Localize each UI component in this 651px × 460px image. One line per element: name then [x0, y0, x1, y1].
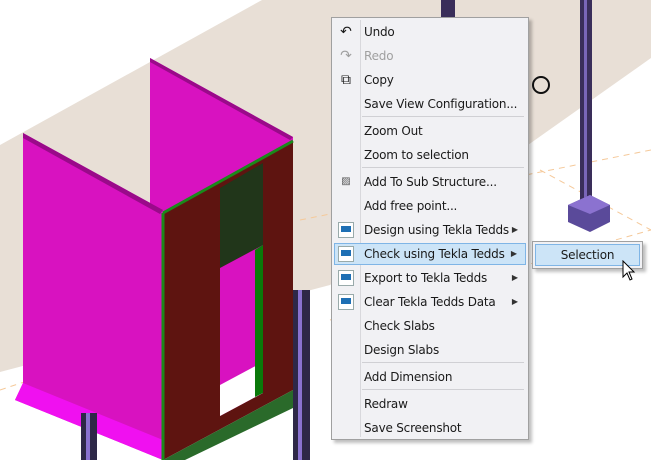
menu-item-add-to-sub-structure[interactable]: ▨ Add To Sub Structure...	[334, 171, 526, 193]
menu-separator	[362, 116, 524, 117]
menu-separator	[362, 362, 524, 363]
tekla-tedds-icon	[338, 222, 354, 238]
context-menu: ↶ Undo ↷ Redo ⧉ Copy Save View Configuratio…	[331, 17, 529, 440]
undo-icon: ↶	[340, 24, 352, 40]
menu-item-check-tekla-tedds[interactable]: Check using Tekla Tedds ▶	[334, 243, 526, 265]
menu-item-add-free-point[interactable]: Add free point...	[334, 195, 526, 217]
submenu-arrow-icon: ▶	[510, 249, 517, 258]
menu-item-design-slabs[interactable]: Design Slabs	[334, 339, 526, 361]
copy-icon: ⧉	[341, 72, 351, 88]
tekla-tedds-icon	[338, 270, 354, 286]
sub-structure-icon: ▨	[341, 176, 351, 187]
menu-separator	[362, 167, 524, 168]
menu-item-design-tekla-tedds[interactable]: Design using Tekla Tedds ▶	[334, 219, 526, 241]
menu-item-check-slabs[interactable]: Check Slabs	[334, 315, 526, 337]
menu-item-undo[interactable]: ↶ Undo	[334, 21, 526, 43]
menu-item-redraw[interactable]: Redraw	[334, 393, 526, 415]
menu-item-copy[interactable]: ⧉ Copy	[334, 69, 526, 91]
tekla-tedds-icon	[338, 246, 354, 262]
submenu-arrow-icon: ▶	[511, 225, 518, 234]
submenu-arrow-icon: ▶	[511, 297, 518, 306]
menu-item-zoom-to-selection[interactable]: Zoom to selection	[334, 144, 526, 166]
menu-item-save-screenshot[interactable]: Save Screenshot	[334, 417, 526, 439]
mouse-cursor-icon	[622, 260, 636, 281]
submenu-arrow-icon: ▶	[511, 273, 518, 282]
menu-item-add-dimension[interactable]: Add Dimension	[334, 366, 526, 388]
redo-icon: ↷	[340, 48, 352, 64]
menu-separator	[362, 389, 524, 390]
menu-item-redo: ↷ Redo	[334, 45, 526, 67]
menu-item-export-tekla-tedds[interactable]: Export to Tekla Tedds ▶	[334, 267, 526, 289]
menu-item-save-view-configuration[interactable]: Save View Configuration...	[334, 93, 526, 115]
menu-item-zoom-out[interactable]: Zoom Out	[334, 120, 526, 142]
menu-item-clear-tekla-tedds-data[interactable]: Clear Tekla Tedds Data ▶	[334, 291, 526, 313]
tekla-tedds-icon	[338, 294, 354, 310]
3d-model-viewport[interactable]	[0, 0, 651, 460]
